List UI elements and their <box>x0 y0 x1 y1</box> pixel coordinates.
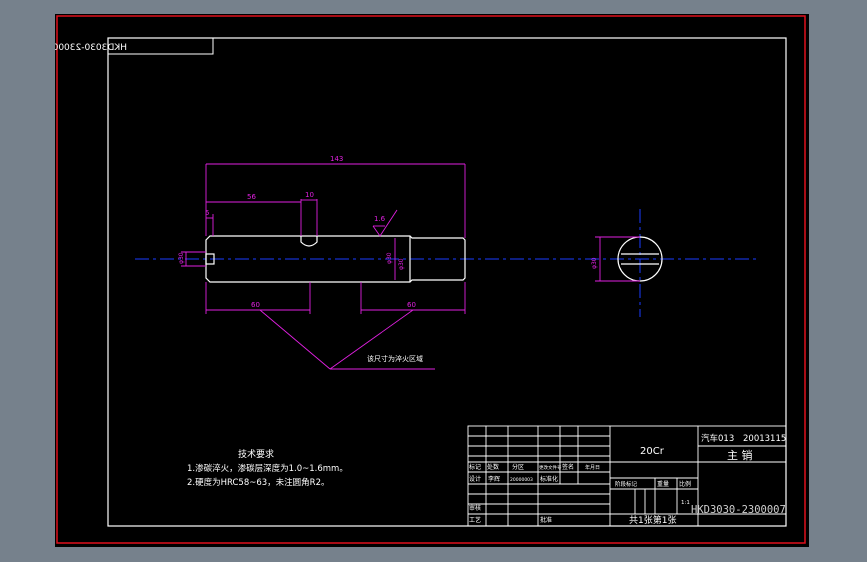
tech-req-title: 技术要求 <box>238 448 274 460</box>
hdr-date: 年月日 <box>585 464 600 471</box>
dim-10: 10 <box>305 191 314 199</box>
hdr-review-date: 20000003 <box>510 477 533 483</box>
dim-dia-small: φ30 <box>178 252 185 264</box>
cad-drawing: HKD3030-2300007 <box>55 15 806 544</box>
hdr-stage: 阶段标记 <box>615 480 638 488</box>
dim-5: 5 <box>205 209 209 217</box>
hdr-design: 设计 <box>469 475 481 483</box>
hdr-review-name: 李辉 <box>488 475 500 483</box>
part-name: 主 销 <box>727 448 753 462</box>
hdr-mark: 标记 <box>469 463 481 471</box>
student-id-label: 20013115 <box>743 434 786 444</box>
hdr-weight: 重量 <box>657 480 669 488</box>
hdr-standard: 标准化 <box>540 475 558 483</box>
scale-value: 1:1 <box>681 500 690 506</box>
hdr-zone: 分区 <box>512 463 524 471</box>
sheet-count: 共1张第1张 <box>629 514 676 526</box>
hdr-check: 审核 <box>469 504 481 512</box>
material-label: 20Cr <box>640 446 665 457</box>
mirrored-code-text: HKD3030-2300007 <box>55 43 127 53</box>
hdr-sign: 签名 <box>562 463 574 471</box>
tech-req-item-2: 2.硬度为HRC58~63，未注圆角R2。 <box>187 477 330 488</box>
hdr-count: 处数 <box>487 463 499 471</box>
section-dia: φ30 <box>591 257 598 269</box>
dim-dia-mid: φ30 <box>398 258 405 270</box>
dim-143: 143 <box>330 155 343 163</box>
dim-56: 56 <box>247 193 256 201</box>
tech-req-item-1: 1.渗碳淬火，渗碳层深度为1.0~1.6mm。 <box>187 463 348 474</box>
hdr-process: 工艺 <box>469 516 481 524</box>
leader-note: 该尺寸为淬火区域 <box>367 354 423 363</box>
drawing-canvas[interactable]: HKD3030-2300007 <box>55 14 809 547</box>
drawing-number: HKD3030-2300007 <box>691 504 786 516</box>
dim-60-right: 60 <box>407 301 416 309</box>
school-label: 汽车013 <box>701 433 734 444</box>
dim-dia-left: φ30 <box>386 252 393 264</box>
hdr-approve: 批准 <box>540 516 552 524</box>
hdr-scale: 比例 <box>679 480 691 488</box>
roughness-value: 1.6 <box>374 215 386 223</box>
dim-60-left: 60 <box>251 301 260 309</box>
hdr-doc-no: 更改文件号 <box>539 464 562 471</box>
